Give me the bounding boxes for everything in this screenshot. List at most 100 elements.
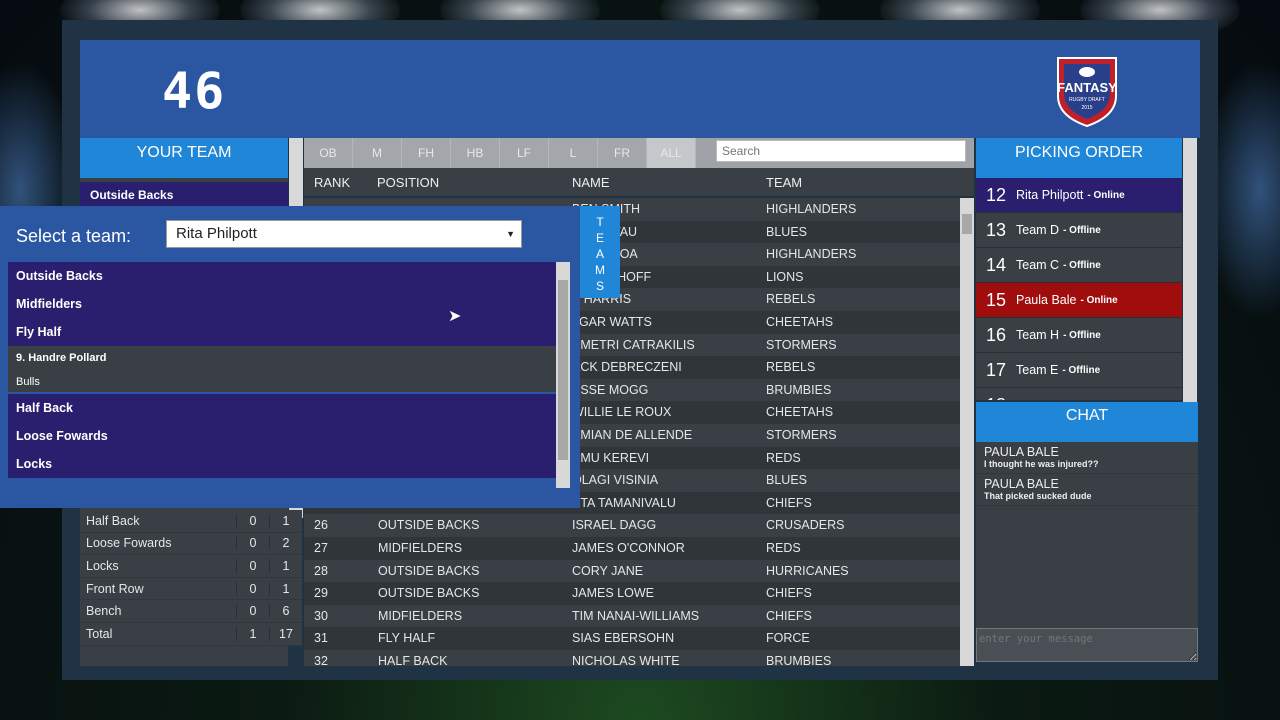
stat-required: 6 (269, 604, 302, 619)
cell-team: CRUSADERS (766, 518, 845, 533)
table-row[interactable]: 32 HALF BACK NICHOLAS WHITE BRUMBIES (304, 649, 960, 666)
pick-number: 14 (985, 254, 1007, 275)
cell-position: MIDFIELDERS (378, 608, 463, 623)
picking-order-header: PICKING ORDER (976, 138, 1182, 178)
teams-tab-letter: S (595, 279, 604, 293)
chat-message: PAULA BALE I thought he was injured?? (976, 442, 1198, 474)
picking-order-scrollbar[interactable] (1183, 138, 1197, 402)
pick-team-name: Team E (1016, 363, 1059, 377)
tab-ob[interactable]: OB (304, 138, 353, 168)
player-table-scroll-thumb[interactable] (962, 214, 972, 234)
stat-picked: 0 (236, 604, 269, 619)
cell-team: BRUMBIES (766, 382, 832, 397)
stat-required: 1 (269, 513, 302, 528)
teams-tab-button[interactable]: TEAMS (580, 206, 620, 298)
cell-name: TIM NANAI-WILLIAMS (572, 608, 700, 623)
stat-name: Total (86, 626, 113, 641)
roster-player[interactable]: 9. Handre Pollard (8, 346, 556, 370)
cell-team: STORMERS (766, 337, 837, 352)
cell-team: LIONS (766, 269, 804, 284)
col-name[interactable]: NAME (572, 175, 610, 190)
pick-team-name: Paula Bale (1016, 293, 1077, 307)
tab-fr[interactable]: FR (598, 138, 647, 168)
pick-status: - Online (1080, 294, 1118, 306)
col-team[interactable]: TEAM (766, 175, 802, 190)
table-row[interactable]: 31 FLY HALF SIAS EBERSOHN FORCE (304, 627, 960, 650)
pick-item: 17 Team E- Offline (976, 353, 1182, 388)
cell-name: EMETRI CATRAKILIS (572, 337, 695, 352)
pick-item: 14 Team C- Offline (976, 248, 1182, 283)
tab-lf[interactable]: LF (500, 138, 549, 168)
stat-picked: 0 (236, 536, 269, 551)
cell-rank: 29 (314, 586, 328, 601)
team-select-dropdown[interactable]: Rita Philpott ▼ (166, 220, 522, 248)
tab-m[interactable]: M (353, 138, 402, 168)
chat-input[interactable] (976, 628, 1198, 662)
cell-team: FORCE (766, 631, 810, 646)
cell-rank: 28 (314, 563, 328, 578)
table-row[interactable]: 28 OUTSIDE BACKS CORY JANE HURRICANES (304, 559, 960, 583)
team-stats-table: Half Back 0 1 Loose Fowards 0 2 Locks 0 1 Front R… (80, 510, 302, 646)
tab-hb[interactable]: HB (451, 138, 500, 168)
roster-group[interactable]: Loose Fowards (8, 422, 556, 450)
cell-team: CHIEFS (766, 586, 812, 601)
chat-header: CHAT (976, 402, 1198, 442)
pick-status: - Offline (1062, 364, 1101, 376)
col-rank[interactable]: RANK (314, 175, 350, 190)
cell-name: CORY JANE (572, 563, 644, 578)
pick-status: - Offline (1063, 224, 1101, 236)
roster-group[interactable]: Half Back (8, 394, 556, 422)
cell-rank: 27 (314, 540, 328, 555)
roster-group[interactable]: Fly Half (8, 318, 556, 346)
stat-row: Locks 0 1 (80, 555, 302, 578)
cell-name: WILLIE LE ROUX (572, 405, 672, 420)
cell-team: BLUES (766, 473, 807, 488)
table-row[interactable]: 29 OUTSIDE BACKS JAMES LOWE CHIEFS (304, 582, 960, 605)
cell-rank: 31 (314, 631, 328, 646)
table-row[interactable]: 27 MIDFIELDERS JAMES O'CONNOR REDS (304, 536, 960, 560)
pick-item: 13 Team D- Offline (976, 213, 1182, 248)
pick-team-name: Team D (1016, 223, 1060, 237)
search-input[interactable] (716, 140, 966, 162)
stat-name: Front Row (86, 581, 144, 596)
cell-position: MIDFIELDERS (378, 540, 463, 555)
pick-number: 16 (985, 324, 1007, 345)
picking-order-list: 12 Rita Philpott - Online 13 Team D- Offline… (976, 178, 1182, 400)
stat-name: Half Back (86, 513, 140, 528)
table-row[interactable]: 26 OUTSIDE BACKS ISRAEL DAGG CRUSADERS (304, 514, 960, 537)
cell-name: ETA TAMANIVALU (572, 495, 676, 510)
roster-group[interactable]: Locks (8, 450, 556, 478)
cell-position: OUTSIDE BACKS (378, 518, 480, 533)
table-row[interactable]: 30 MIDFIELDERS TIM NANAI-WILLIAMS CHIEFS (304, 604, 960, 628)
teams-tab-letter: T (596, 215, 604, 229)
chat-text: I thought he was injured?? (984, 459, 1099, 469)
cell-name: JAMES O'CONNOR (572, 540, 685, 555)
roster-player-team: Bulls (8, 370, 556, 394)
tab-l[interactable]: L (549, 138, 598, 168)
pick-item: 15 Paula Bale - Online (976, 283, 1182, 318)
pick-number: 12 (985, 184, 1007, 205)
chat-text: That picked sucked dude (984, 491, 1092, 501)
player-table-scrollbar[interactable] (960, 198, 974, 666)
your-team-group-outside-backs[interactable]: Outside Backs (80, 182, 288, 208)
svg-text:RUGBY DRAFT: RUGBY DRAFT (1069, 97, 1105, 103)
pick-number: 13 (985, 219, 1007, 240)
roster-group[interactable]: Outside Backs (8, 262, 556, 290)
team-roster-list: Outside Backs Midfielders Fly Half 9. Handr… (8, 262, 556, 488)
stat-name: Locks (86, 558, 119, 573)
roster-group[interactable]: Midfielders (8, 290, 556, 318)
cell-team: BLUES (766, 224, 807, 239)
mouse-cursor-icon: ➤ (448, 308, 462, 325)
cell-position: FLY HALF (378, 631, 436, 646)
pick-status: - Offline (1063, 259, 1101, 271)
cell-position: HALF BACK (378, 653, 448, 666)
col-position[interactable]: POSITION (377, 175, 439, 190)
tab-fh[interactable]: FH (402, 138, 451, 168)
cell-team: REDS (766, 450, 801, 465)
cell-position: OUTSIDE BACKS (378, 563, 480, 578)
tab-all[interactable]: ALL (647, 138, 696, 168)
cell-name: OLAGI VISINIA (572, 473, 659, 488)
team-roster-scroll-thumb[interactable] (558, 280, 568, 460)
cell-team: BRUMBIES (766, 653, 832, 666)
stat-required: 1 (269, 558, 302, 573)
